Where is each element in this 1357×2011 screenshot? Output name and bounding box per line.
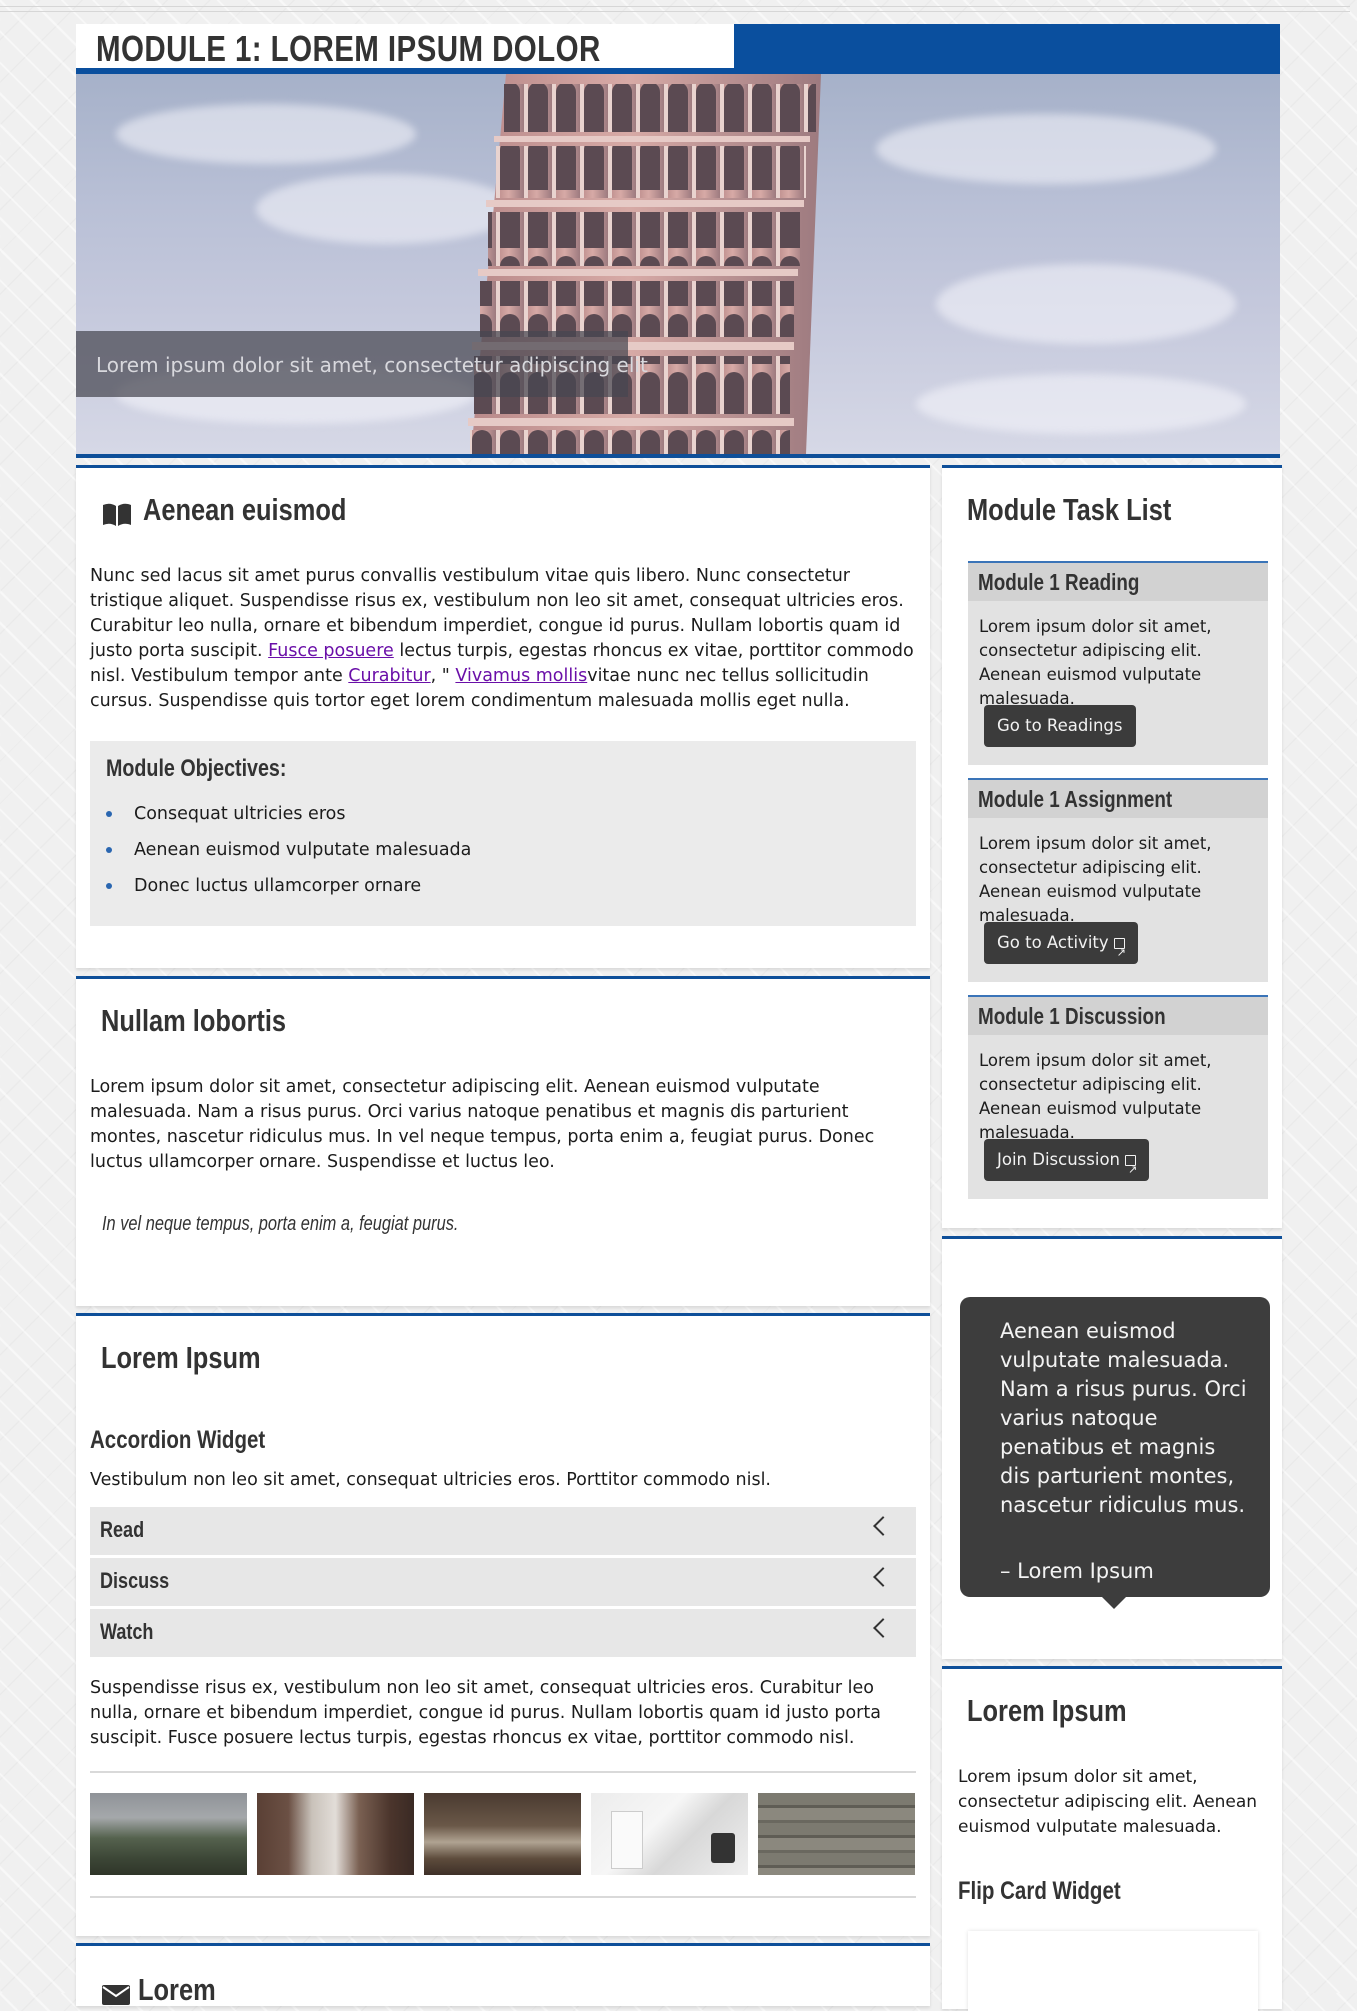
accordion-label: Watch [100, 1619, 154, 1644]
accordion-item-discuss[interactable]: Discuss [90, 1558, 916, 1608]
task-list-card: Module Task List Module 1 Reading Lorem … [942, 465, 1282, 1228]
flip-card-text: Lorem ipsum dolor sit amet, consectetur … [958, 1767, 1258, 1837]
wood-planks-photo[interactable] [758, 1793, 915, 1875]
accordion-item-read[interactable]: Read [90, 1507, 916, 1557]
objectives-list: Consequat ultricies eros Aenean euismod … [106, 803, 471, 911]
quote-attribution: – Lorem Ipsum [1000, 1559, 1154, 1583]
flip-card[interactable] [968, 1931, 1258, 2011]
section-heading: Aenean euismod [143, 492, 347, 527]
book-open-icon [103, 503, 131, 526]
task-assignment: Module 1 Assignment Lorem ipsum dolor si… [968, 778, 1268, 982]
task-reading: Module 1 Reading Lorem ipsum dolor sit a… [968, 561, 1268, 765]
objective-item: Aenean euismod vulputate malesuada [106, 839, 471, 875]
external-link-icon [1113, 932, 1126, 974]
page-title: MODULE 1: LOREM IPSUM DOLOR [96, 28, 601, 69]
task-description: Lorem ipsum dolor sit amet, consectetur … [979, 1051, 1212, 1142]
tower-illustration [468, 74, 821, 454]
divider [90, 1771, 916, 1773]
section-heading: Lorem Ipsum [101, 1340, 261, 1375]
objectives-heading: Module Objectives: [106, 755, 287, 782]
section-heading: Nullam lobortis [101, 1003, 287, 1038]
accordion-label: Discuss [100, 1568, 170, 1593]
join-discussion-button[interactable]: Join Discussion [984, 1139, 1149, 1191]
bottom-card: Lorem [76, 1943, 930, 2007]
task-title: Module 1 Reading [978, 569, 1140, 595]
chevron-left-icon [873, 1618, 893, 1638]
envelope-icon [102, 1985, 130, 2005]
link-fusce-posuere[interactable]: Fusce posuere [268, 641, 394, 661]
flip-card-widget-title: Flip Card Widget [958, 1877, 1121, 1905]
accordion-after-text: Suspendisse risus ex, vestibulum non leo… [90, 1678, 881, 1748]
objective-item: Donec luctus ullamcorper ornare [106, 875, 471, 911]
chevron-left-icon [873, 1516, 893, 1536]
city-alley-photo[interactable] [257, 1793, 414, 1875]
green-cliffs-photo[interactable] [90, 1793, 247, 1875]
link-curabitur[interactable]: Curabitur [348, 666, 430, 686]
flip-card-section: Lorem Ipsum Lorem ipsum dolor sit amet, … [942, 1666, 1282, 2011]
section-heading: Lorem [138, 1972, 216, 2007]
top-border [0, 6, 1350, 12]
product-box-photo[interactable] [591, 1793, 748, 1875]
pull-quote: In vel neque tempus, porta enim a, feugi… [102, 1213, 459, 1235]
task-description: Lorem ipsum dolor sit amet, consectetur … [979, 834, 1212, 925]
accordion-label: Read [100, 1517, 145, 1542]
divider [90, 1896, 916, 1898]
go-to-activity-button[interactable]: Go to Activity [984, 922, 1138, 974]
module-objectives-box: Module Objectives: Consequat ultricies e… [90, 741, 916, 926]
leaning-tower-photo: Lorem ipsum dolor sit amet, consectetur … [76, 74, 1280, 454]
task-title: Module 1 Assignment [978, 786, 1173, 812]
section-heading: Lorem Ipsum [967, 1693, 1127, 1728]
shop-interior-photo[interactable] [424, 1793, 581, 1875]
task-list-heading: Module Task List [967, 492, 1172, 527]
task-description: Lorem ipsum dolor sit amet, consectetur … [979, 617, 1212, 708]
title-box: MODULE 1: LOREM IPSUM DOLOR [76, 24, 734, 74]
objective-item: Consequat ultricies eros [106, 803, 471, 839]
go-to-readings-button[interactable]: Go to Readings [984, 705, 1136, 747]
image-gallery [90, 1793, 916, 1875]
link-vivamus-mollis[interactable]: Vivamus mollis [455, 666, 587, 686]
task-title: Module 1 Discussion [978, 1003, 1166, 1029]
accordion-intro: Vestibulum non leo sit amet, consequat u… [90, 1470, 771, 1490]
accordion-card: Lorem Ipsum Accordion Widget Vestibulum … [76, 1313, 930, 1936]
hero-caption-box: Lorem ipsum dolor sit amet, consectetur … [76, 331, 648, 397]
nullam-paragraph: Lorem ipsum dolor sit amet, consectetur … [90, 1077, 875, 1172]
quote-card: Aenean euismod vulputate malesuada. Nam … [942, 1236, 1282, 1659]
quote-bubble: Aenean euismod vulputate malesuada. Nam … [960, 1297, 1270, 1609]
intro-paragraph: Nunc sed lacus sit amet purus convallis … [90, 566, 914, 711]
accordion-item-watch[interactable]: Watch [90, 1609, 916, 1659]
task-discussion: Module 1 Discussion Lorem ipsum dolor si… [968, 995, 1268, 1199]
module-banner: Lorem ipsum dolor sit amet, consectetur … [76, 24, 1280, 458]
quote-text: Aenean euismod vulputate malesuada. Nam … [1000, 1319, 1247, 1517]
external-link-icon [1125, 1149, 1137, 1191]
accordion-widget-title: Accordion Widget [90, 1426, 266, 1454]
chevron-left-icon [873, 1567, 893, 1587]
title-accent-bar [734, 24, 1280, 74]
hero-caption: Lorem ipsum dolor sit amet, consectetur … [96, 353, 648, 377]
intro-card: Aenean euismod Nunc sed lacus sit amet p… [76, 465, 930, 968]
nullam-card: Nullam lobortis Lorem ipsum dolor sit am… [76, 976, 930, 1306]
